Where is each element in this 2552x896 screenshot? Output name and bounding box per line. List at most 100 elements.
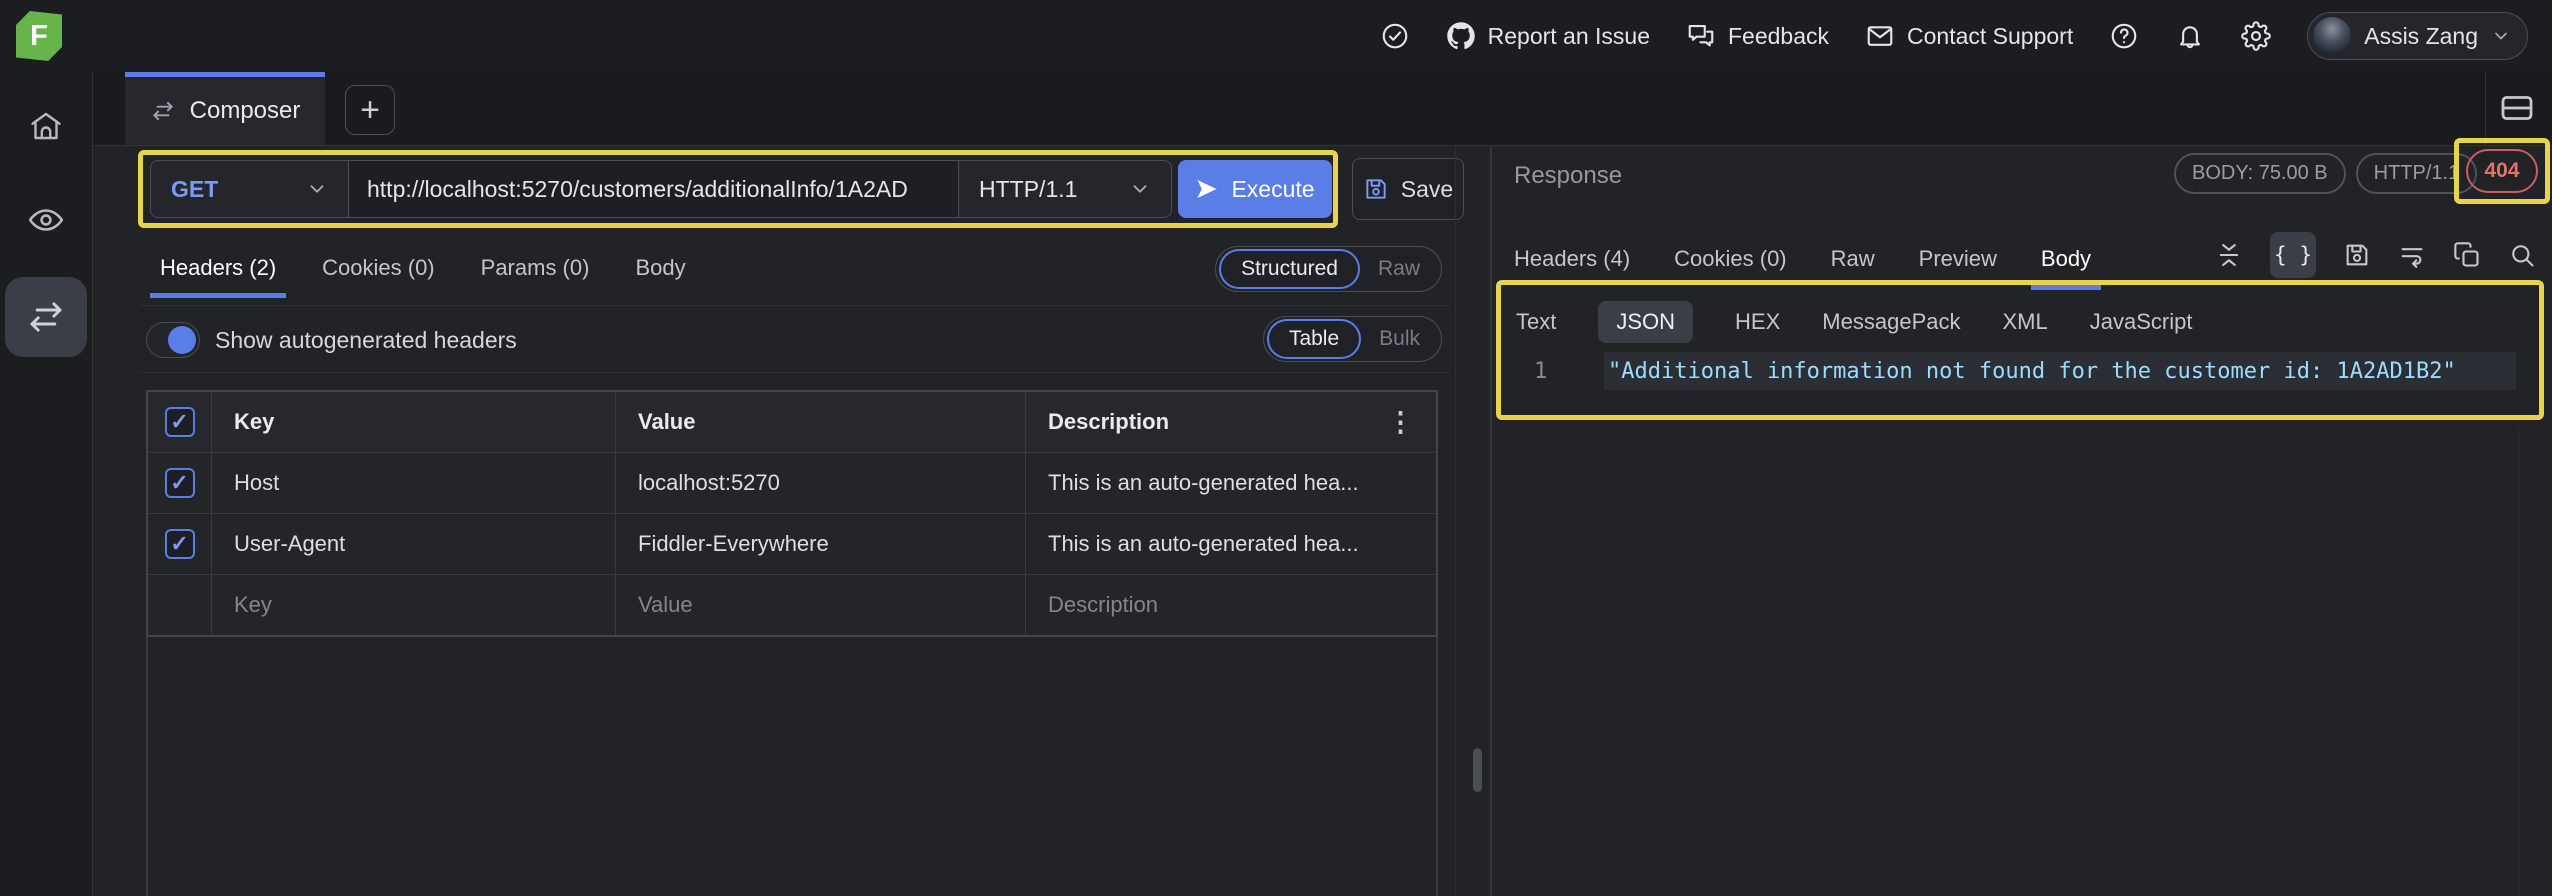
bulk-option[interactable]: Bulk xyxy=(1361,321,1438,357)
format-tab-text[interactable]: Text xyxy=(1516,309,1556,335)
github-icon xyxy=(1446,21,1476,51)
collapse-all-icon[interactable] xyxy=(2215,241,2243,269)
table-bulk-toggle: Table Bulk xyxy=(1262,316,1442,362)
tab-headers[interactable]: Headers (2) xyxy=(149,238,287,298)
fiddler-logo: F xyxy=(16,11,62,61)
sidebar-item-home[interactable] xyxy=(0,98,92,154)
http-version-value: HTTP/1.1 xyxy=(979,175,1078,202)
copy-icon[interactable] xyxy=(2453,241,2481,269)
request-tabs: Headers (2) Cookies (0) Params (0) Body xyxy=(149,238,686,298)
tab-response-headers[interactable]: Headers (4) xyxy=(1514,228,1630,290)
row-checkbox[interactable]: ✓ xyxy=(164,529,195,559)
feedback-button[interactable]: Feedback xyxy=(1686,21,1829,51)
headers-table: ✓ Key Value Description ⋮ ✓ Host localho… xyxy=(146,390,1438,637)
editor-scrollbar-edge xyxy=(2518,426,2519,896)
tab-headers-label: Headers (2) xyxy=(160,255,277,280)
tab-label: Cookies (0) xyxy=(1674,246,1787,271)
save-body-icon[interactable] xyxy=(2343,241,2371,269)
execute-button[interactable]: Execute xyxy=(1178,160,1332,218)
format-tab-javascript[interactable]: JavaScript xyxy=(2090,309,2193,335)
select-all-checkbox[interactable]: ✓ xyxy=(164,407,195,437)
cell-key-placeholder[interactable]: Key xyxy=(212,575,616,635)
sidebar-item-traffic[interactable] xyxy=(0,192,92,248)
report-issue-button[interactable]: Report an Issue xyxy=(1446,21,1650,51)
raw-option[interactable]: Raw xyxy=(1360,251,1438,287)
tab-response-preview[interactable]: Preview xyxy=(1919,228,1997,290)
contact-support-button[interactable]: Contact Support xyxy=(1865,21,2073,51)
format-tab-xml[interactable]: XML xyxy=(2002,309,2047,335)
response-body-editor[interactable]: 1 "Additional information not found for … xyxy=(1492,352,2552,390)
tab-composer-label: Composer xyxy=(189,97,301,124)
tab-params[interactable]: Params (0) xyxy=(481,238,590,298)
save-button[interactable]: Save xyxy=(1352,158,1464,220)
chevron-down-icon xyxy=(2491,26,2511,46)
structured-raw-toggle: Structured Raw xyxy=(1215,246,1442,292)
split-layout-icon[interactable] xyxy=(2496,87,2538,129)
tab-label: Body xyxy=(2040,246,2092,271)
header-checkbox-cell: ✓ xyxy=(148,392,212,452)
cell-value[interactable]: localhost:5270 xyxy=(616,453,1026,513)
response-body-text[interactable]: "Additional information not found for th… xyxy=(1604,352,2516,390)
tab-params-label: Params (0) xyxy=(480,255,590,280)
eye-icon xyxy=(27,201,65,239)
table-options-kebab-icon[interactable]: ⋮ xyxy=(1387,409,1414,436)
add-tab-button[interactable]: + xyxy=(345,85,395,135)
plus-icon: + xyxy=(360,90,380,129)
row-checkbox[interactable]: ✓ xyxy=(164,468,195,498)
column-key: Key xyxy=(212,392,616,452)
cell-description[interactable]: This is an auto-generated hea... xyxy=(1026,453,1436,513)
line-number: 1 xyxy=(1534,358,1548,384)
method-select[interactable]: GET xyxy=(151,161,349,217)
table-option[interactable]: Table xyxy=(1266,319,1362,359)
panel-content-edge xyxy=(1455,146,1456,896)
cell-key[interactable]: User-Agent xyxy=(212,514,616,574)
vertical-scrollbar[interactable] xyxy=(1473,748,1482,792)
composer-panel: GET HTTP/1.1 Execute xyxy=(93,146,1490,896)
autogenerated-headers-toggle[interactable] xyxy=(146,322,200,358)
cell-key[interactable]: Host xyxy=(212,453,616,513)
format-json-icon[interactable]: { } xyxy=(2270,232,2316,278)
sidebar-item-composer[interactable] xyxy=(5,277,87,357)
word-wrap-icon[interactable] xyxy=(2398,241,2426,269)
execute-label: Execute xyxy=(1231,175,1315,202)
cell-value[interactable]: Fiddler-Everywhere xyxy=(616,514,1026,574)
notifications-bell-icon[interactable] xyxy=(2175,21,2205,51)
url-field-wrap xyxy=(349,161,959,217)
table-row-user-agent[interactable]: ✓ User-Agent Fiddler-Everywhere This is … xyxy=(148,514,1436,575)
tab-label: Raw xyxy=(1830,246,1875,271)
response-tabs: Headers (4) Cookies (0) Raw Preview Body xyxy=(1514,228,2102,290)
status-check-icon[interactable] xyxy=(1380,21,1410,51)
search-icon[interactable] xyxy=(2508,241,2536,269)
tab-cookies[interactable]: Cookies (0) xyxy=(322,238,434,298)
tab-response-raw[interactable]: Raw xyxy=(1831,228,1875,290)
help-icon[interactable] xyxy=(2109,21,2139,51)
check-icon: ✓ xyxy=(170,470,189,495)
tab-body[interactable]: Body xyxy=(635,238,685,298)
tab-composer[interactable]: Composer xyxy=(125,72,325,145)
structured-option[interactable]: Structured xyxy=(1219,249,1360,289)
table-row-new[interactable]: Key Value Description xyxy=(148,575,1436,635)
check-icon: ✓ xyxy=(170,531,189,556)
cell-description-placeholder[interactable]: Description xyxy=(1026,575,1436,635)
column-description: Description ⋮ xyxy=(1048,407,1414,437)
tab-cookies-label: Cookies (0) xyxy=(322,255,435,280)
format-tab-messagepack[interactable]: MessagePack xyxy=(1822,309,1960,335)
user-menu[interactable]: Assis Zang xyxy=(2307,12,2528,60)
report-issue-label: Report an Issue xyxy=(1487,22,1650,49)
cell-description[interactable]: This is an auto-generated hea... xyxy=(1026,514,1436,574)
format-tab-hex[interactable]: HEX xyxy=(1735,309,1780,335)
tab-label: Headers (4) xyxy=(1514,246,1631,271)
swap-arrows-icon xyxy=(150,98,176,124)
http-version-select[interactable]: HTTP/1.1 xyxy=(959,161,1171,217)
table-empty-area xyxy=(146,637,1438,896)
format-tab-json[interactable]: JSON xyxy=(1598,301,1694,343)
tab-response-body[interactable]: Body xyxy=(2030,228,2102,290)
row-checkbox-cell xyxy=(148,575,212,635)
tab-response-cookies[interactable]: Cookies (0) xyxy=(1674,228,1786,290)
braces-icon: { } xyxy=(2274,243,2312,267)
settings-gear-icon[interactable] xyxy=(2241,21,2272,51)
table-row-host[interactable]: ✓ Host localhost:5270 This is an auto-ge… xyxy=(148,453,1436,514)
cell-value-placeholder[interactable]: Value xyxy=(616,575,1026,635)
url-input[interactable] xyxy=(349,175,958,203)
feedback-icon xyxy=(1686,21,1716,51)
